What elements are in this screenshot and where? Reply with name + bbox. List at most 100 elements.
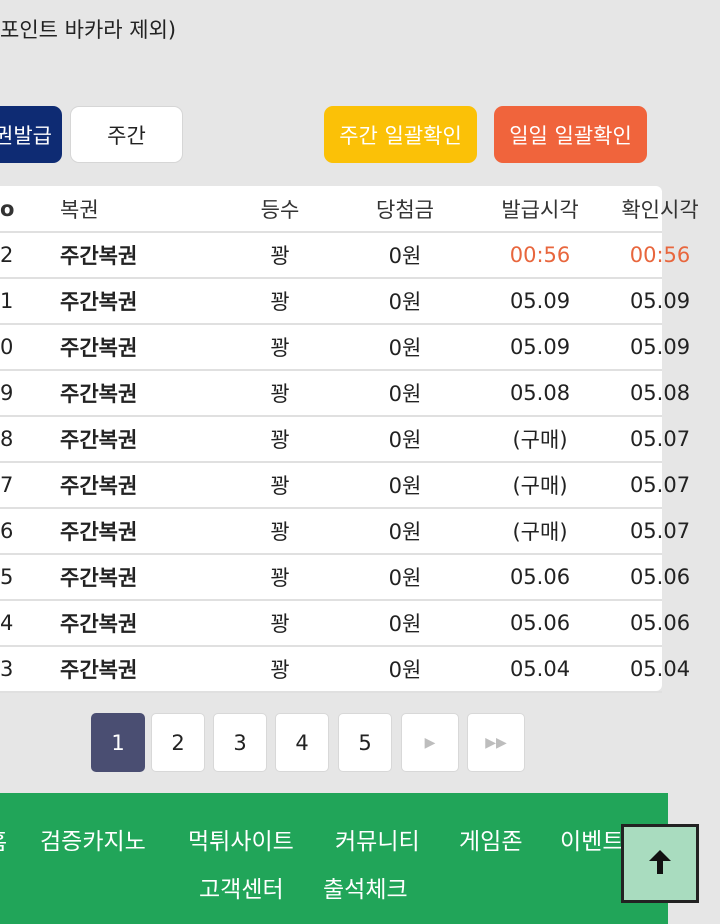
cell-issued: 05.09: [509, 289, 571, 313]
cell-rank: 꽝: [270, 244, 290, 268]
cell-rank: 꽝: [270, 520, 290, 544]
cell-checked: 05.08: [629, 381, 691, 405]
cell-rank: 꽝: [270, 474, 290, 498]
page-button-2[interactable]: 2: [151, 713, 205, 772]
cell-checked: 05.09: [629, 335, 691, 359]
cell-no: 2: [0, 243, 14, 267]
cell-issued: 05.06: [509, 565, 571, 589]
cell-checked: 05.09: [629, 289, 691, 313]
page-button-3[interactable]: 3: [213, 713, 267, 772]
footer-nav-item[interactable]: 고객센터: [199, 870, 284, 904]
weekly-filter-button[interactable]: 주간: [70, 106, 183, 163]
footer-nav-item[interactable]: 홈: [0, 822, 7, 856]
table-row: 7 주간복권 꽝 0원 (구매) 05.07: [0, 463, 690, 509]
page-button-5[interactable]: 5: [338, 713, 392, 772]
cell-rank: 꽝: [270, 290, 290, 314]
cell-lottery: 주간복권: [60, 520, 138, 544]
table-row: 3 주간복권 꽝 0원 05.04 05.04: [0, 647, 690, 693]
header-prize: 당첨금: [376, 197, 434, 222]
cell-rank: 꽝: [270, 336, 290, 360]
cell-checked: 05.07: [629, 427, 691, 451]
cell-issued: 05.04: [509, 657, 571, 681]
footer-nav-item[interactable]: 게임존: [459, 822, 522, 856]
daily-bulk-check-button[interactable]: 일일 일괄확인: [494, 106, 647, 163]
scroll-to-top-button[interactable]: [621, 824, 699, 903]
cell-prize: 0원: [388, 612, 422, 636]
header-rank: 등수: [260, 197, 300, 222]
cell-no: 7: [0, 473, 14, 497]
cell-checked: 05.06: [629, 565, 691, 589]
table-header-row: o 복권 등수 당첨금 발급시각 확인시각: [0, 186, 699, 233]
cell-lottery: 주간복권: [60, 612, 138, 636]
table-row: 0 주간복권 꽝 0원 05.09 05.09: [0, 325, 690, 371]
notice-text: 포인트 바카라 제외): [0, 18, 177, 42]
table-row: 4 주간복권 꽝 0원 05.06 05.06: [0, 601, 690, 647]
cell-checked: 05.04: [629, 657, 691, 681]
header-no: o: [0, 196, 15, 221]
footer-nav-item[interactable]: 커뮤니티: [335, 822, 420, 856]
weekly-bulk-check-label: 주간 일괄확인: [339, 123, 462, 148]
footer-nav-item[interactable]: 출석체크: [323, 870, 408, 904]
header-checked: 확인시각: [621, 197, 699, 222]
weekly-filter-label: 주간: [107, 123, 146, 148]
cell-issued: 05.06: [509, 611, 571, 635]
table-row: 5 주간복권 꽝 0원 05.06 05.06: [0, 555, 690, 601]
cell-prize: 0원: [388, 520, 422, 544]
cell-no: 0: [0, 335, 14, 359]
footer-nav-item[interactable]: 먹튀사이트: [188, 822, 294, 856]
cell-prize: 0원: [388, 658, 422, 682]
cell-no: 5: [0, 565, 14, 589]
cell-lottery: 주간복권: [60, 382, 138, 406]
cell-checked: 05.06: [629, 611, 691, 635]
issue-lottery-button[interactable]: 권발급: [0, 106, 62, 163]
cell-no: 4: [0, 611, 14, 635]
footer-nav: 홈 검증카지노 먹튀사이트 커뮤니티 게임존 이벤트고객센터 출석체크: [0, 793, 668, 924]
cell-issued: 05.08: [509, 381, 571, 405]
cell-checked: 05.07: [629, 519, 691, 543]
pagination: 1 2 3 4 5 ▶ ▶▶: [0, 713, 720, 773]
cell-lottery: 주간복권: [60, 658, 138, 682]
cell-lottery: 주간복권: [60, 290, 138, 314]
cell-prize: 0원: [388, 244, 422, 268]
issue-lottery-label: 권발급: [0, 123, 52, 148]
cell-no: 1: [0, 289, 14, 313]
cell-no: 6: [0, 519, 14, 543]
weekly-bulk-check-button[interactable]: 주간 일괄확인: [324, 106, 477, 163]
cell-issued: 00:56: [509, 243, 571, 267]
table-row: 2 주간복권 꽝 0원 00:56 00:56: [0, 233, 690, 279]
cell-issued: (구매): [512, 520, 568, 544]
arrow-up-icon: [646, 848, 674, 880]
last-icon: ▶▶: [485, 734, 507, 751]
cell-no: 9: [0, 381, 14, 405]
page-button-1[interactable]: 1: [91, 713, 145, 772]
cell-issued: (구매): [512, 474, 568, 498]
page-button-4[interactable]: 4: [275, 713, 329, 772]
cell-lottery: 주간복권: [60, 474, 138, 498]
cell-rank: 꽝: [270, 382, 290, 406]
cell-no: 8: [0, 427, 14, 451]
last-page-button[interactable]: ▶▶: [467, 713, 525, 772]
cell-rank: 꽝: [270, 612, 290, 636]
cell-lottery: 주간복권: [60, 244, 138, 268]
daily-bulk-check-label: 일일 일괄확인: [509, 123, 632, 148]
footer-nav-item[interactable]: 이벤트: [560, 822, 623, 856]
footer-nav-item[interactable]: 검증카지노: [40, 822, 146, 856]
cell-checked: 05.07: [629, 473, 691, 497]
cell-rank: 꽝: [270, 428, 290, 452]
next-page-button[interactable]: ▶: [401, 713, 459, 772]
cell-rank: 꽝: [270, 566, 290, 590]
cell-prize: 0원: [388, 566, 422, 590]
cell-lottery: 주간복권: [60, 336, 138, 360]
next-icon: ▶: [424, 734, 436, 751]
lottery-table: o 복권 등수 당첨금 발급시각 확인시각 2 주간복권 꽝 0원 00:56 00:56…: [0, 186, 699, 693]
cell-rank: 꽝: [270, 658, 290, 682]
cell-prize: 0원: [388, 382, 422, 406]
table-row: 8 주간복권 꽝 0원 (구매) 05.07: [0, 417, 690, 463]
cell-lottery: 주간복권: [60, 428, 138, 452]
cell-issued: 05.09: [509, 335, 571, 359]
table-row: 6 주간복권 꽝 0원 (구매) 05.07: [0, 509, 690, 555]
cell-issued: (구매): [512, 428, 568, 452]
cell-checked: 00:56: [629, 243, 691, 267]
cell-lottery: 주간복권: [60, 566, 138, 590]
table-row: 9 주간복권 꽝 0원 05.08 05.08: [0, 371, 690, 417]
